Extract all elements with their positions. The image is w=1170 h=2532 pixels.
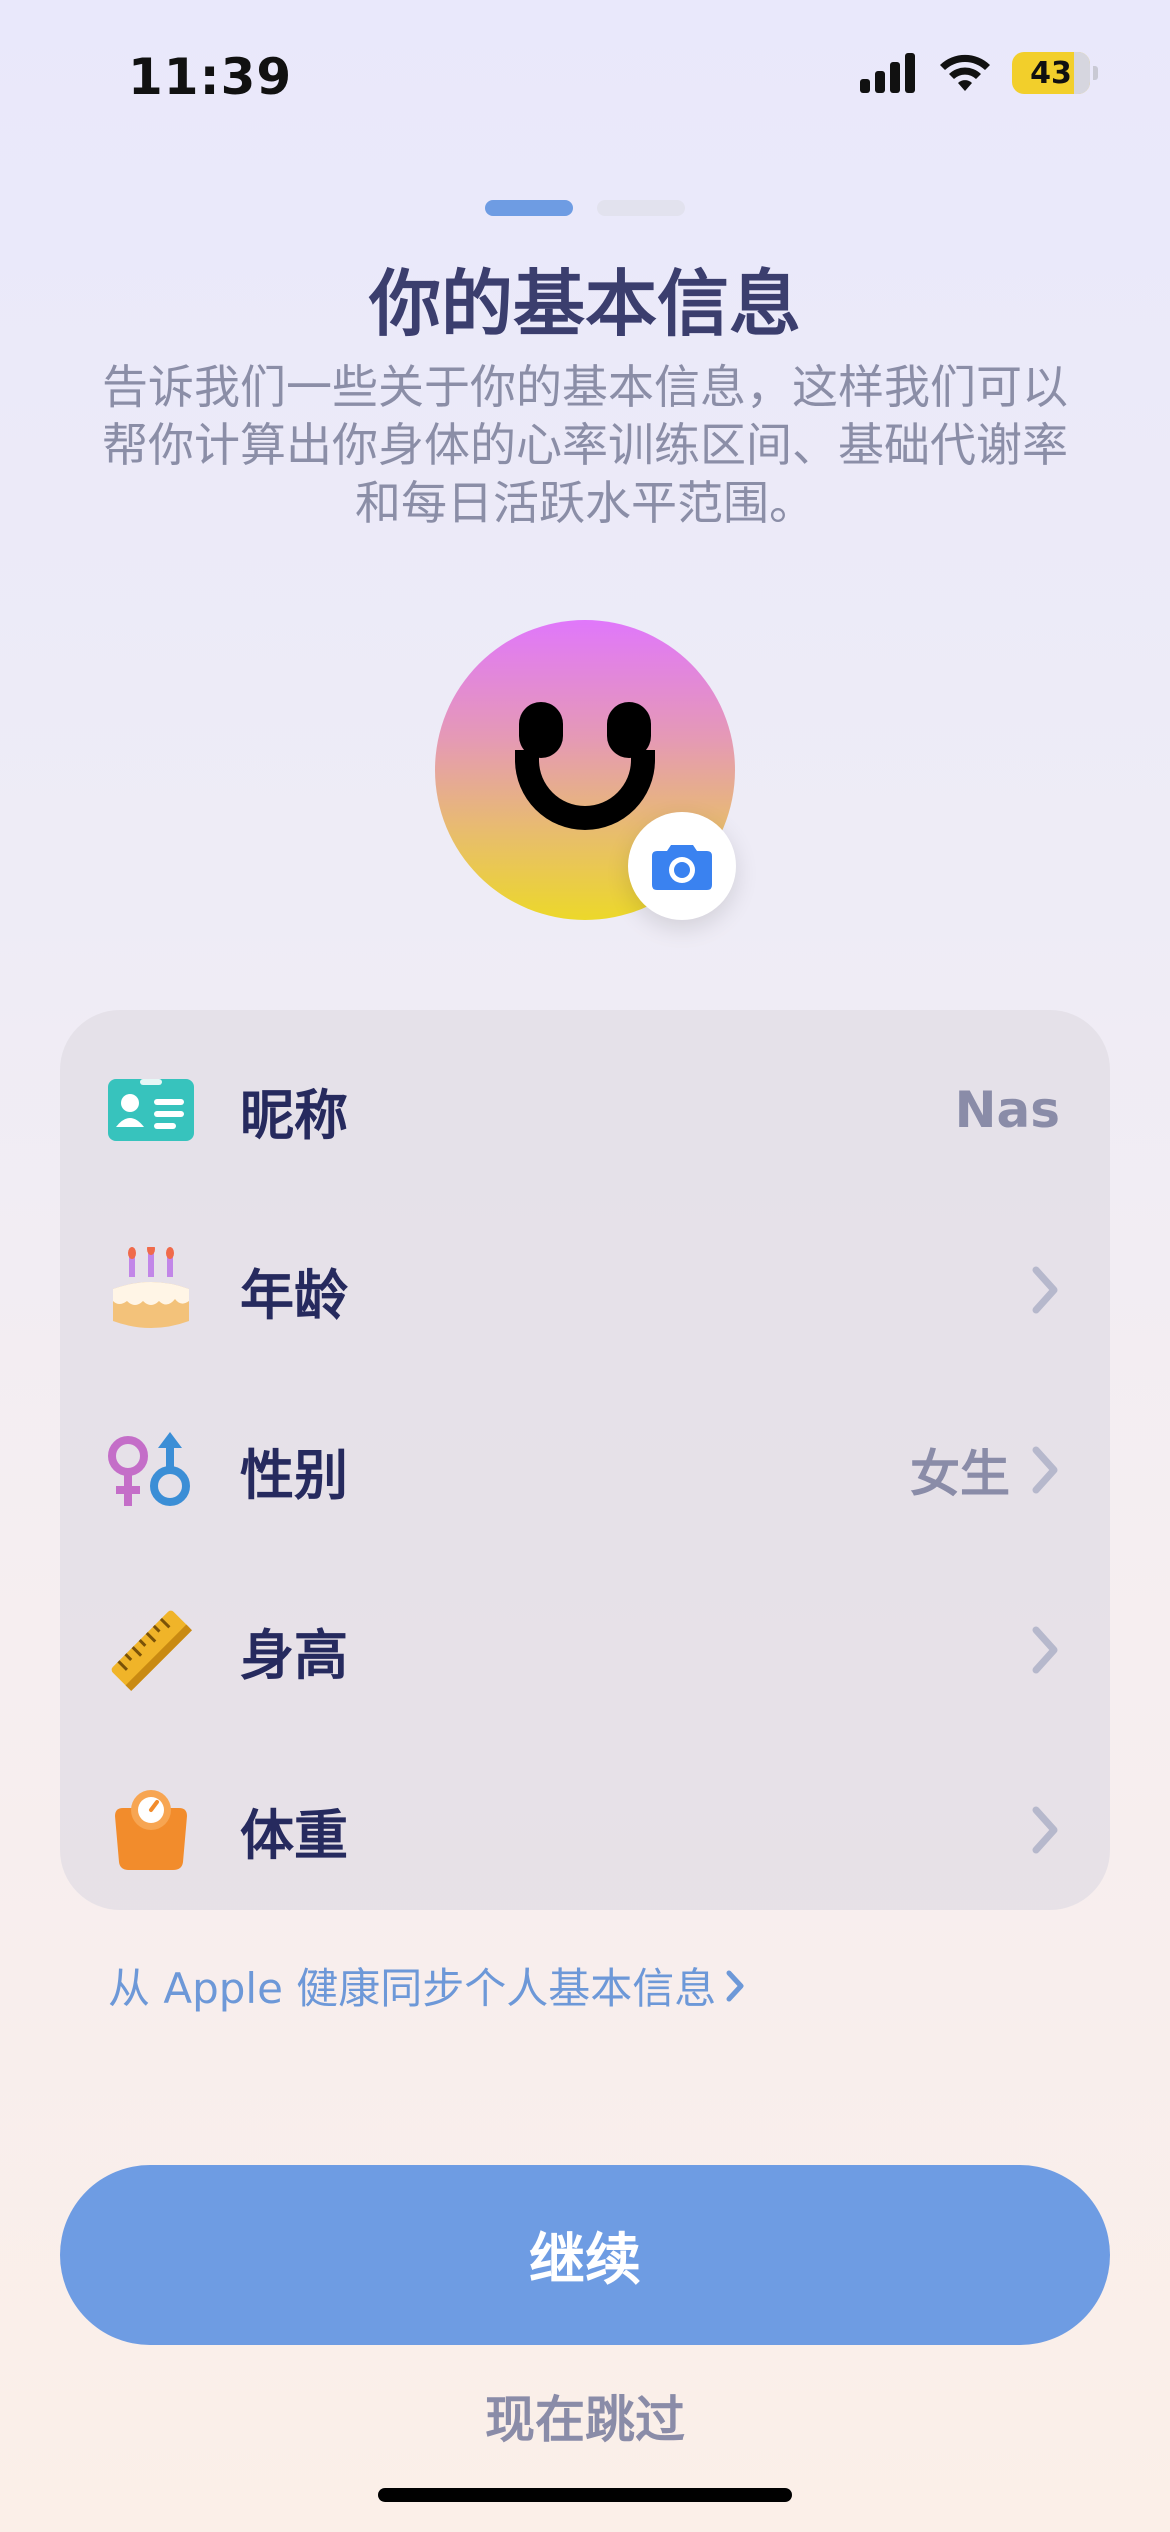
page-subtitle: 告诉我们一些关于你的基本信息，这样我们可以帮你计算出你身体的心率训练区间、基础代… (102, 360, 1068, 530)
row-label: 体重 (240, 1803, 348, 1867)
camera-icon (652, 845, 712, 890)
chevron-right-icon (1032, 1806, 1058, 1854)
chevron-right-icon (1032, 1446, 1058, 1494)
sync-link-label: 从 Apple 健康同步个人基本信息 (108, 1964, 717, 2013)
row-value: 女生 (910, 1445, 1010, 1503)
profile-row-age[interactable]: 年龄 (60, 1200, 1110, 1380)
chevron-right-icon (726, 1970, 744, 2001)
page-indicator (0, 200, 1170, 216)
profile-card: 昵称 Nas 年龄 性别 女生 身高 体重 (60, 1010, 1110, 1910)
row-label: 身高 (240, 1623, 348, 1687)
cellular-signal-icon (860, 53, 915, 93)
row-label: 性别 (240, 1443, 348, 1507)
page-dot-active (485, 200, 573, 216)
status-icons: 43 (858, 52, 1098, 94)
apple-health-sync-link[interactable]: 从 Apple 健康同步个人基本信息 (108, 1955, 746, 2016)
ruler-icon (106, 1605, 196, 1695)
change-avatar-button[interactable] (628, 812, 736, 920)
profile-row-height[interactable]: 身高 (60, 1560, 1110, 1740)
wifi-icon (940, 54, 990, 91)
row-label: 年龄 (240, 1263, 348, 1327)
battery-level: 43 (1030, 55, 1072, 91)
home-indicator[interactable] (378, 2488, 792, 2502)
chevron-right-icon (1032, 1266, 1058, 1314)
page-dot (597, 200, 685, 216)
page-title: 你的基本信息 (368, 262, 801, 346)
battery-icon: 43 (1012, 52, 1098, 94)
row-label: 昵称 (240, 1083, 348, 1147)
profile-row-weight[interactable]: 体重 (60, 1740, 1110, 1920)
profile-row-gender[interactable]: 性别 女生 (60, 1380, 1110, 1560)
id-card-icon (106, 1065, 196, 1155)
continue-button[interactable]: 继续 (60, 2165, 1110, 2345)
chevron-right-icon (1032, 1626, 1058, 1674)
skip-button[interactable]: 现在跳过 (0, 2380, 1170, 2452)
profile-row-nickname[interactable]: 昵称 Nas (60, 1020, 1110, 1200)
status-time: 11:39 (128, 48, 293, 106)
birthday-cake-icon (106, 1245, 196, 1335)
gender-icon (106, 1425, 196, 1515)
weight-scale-icon (106, 1785, 196, 1875)
row-value: Nas (954, 1081, 1060, 1139)
